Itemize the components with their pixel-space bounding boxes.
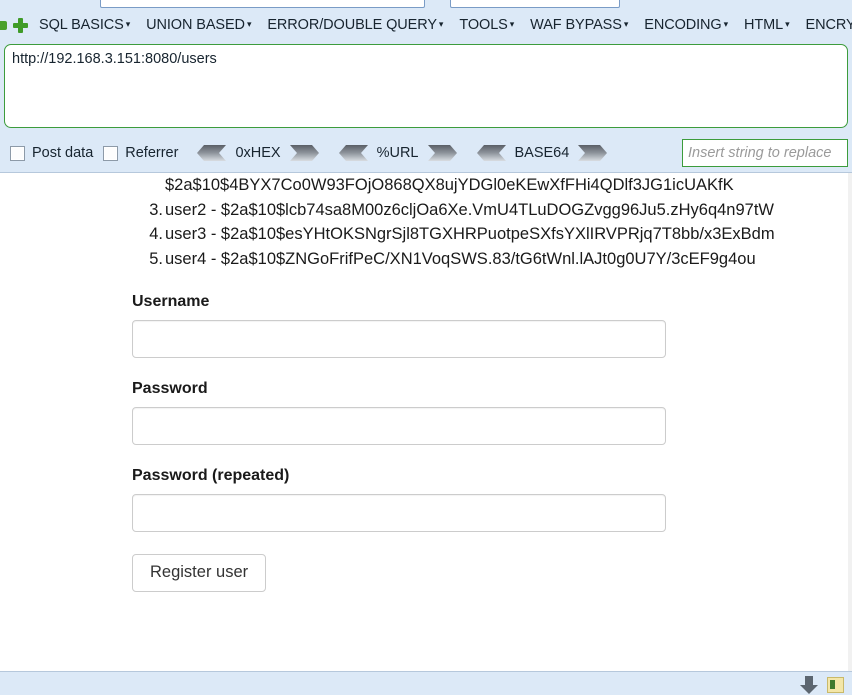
list-item: $2a$10$4BYX7Co0W93FOjO868QX8ujYDGl0eKEwX… [165, 173, 790, 198]
encode-right-arrow-icon[interactable] [427, 145, 458, 161]
menu-item-label: WAF BYPASS [530, 17, 622, 33]
green-square-icon[interactable] [0, 20, 7, 30]
menu-item-label: ENCRY [805, 17, 852, 33]
list-item-number: 5. [149, 249, 163, 268]
chevron-down-icon: ▾ [125, 18, 131, 29]
list-item-text: user4 - $2a$10$ZNGoFrifPeC/XN1VoqSWS.83/… [165, 249, 756, 268]
encode-right-arrow-icon[interactable] [289, 145, 320, 161]
browser-status-bar [0, 671, 852, 695]
decode-left-arrow-icon[interactable] [196, 145, 227, 161]
chevron-down-icon: ▾ [723, 18, 729, 29]
decode-left-arrow-icon[interactable] [338, 145, 368, 161]
user-list: $2a$10$4BYX7Co0W93FOjO868QX8ujYDGl0eKEwX… [0, 173, 852, 271]
password-input[interactable] [132, 407, 666, 445]
menu-item-encoding[interactable]: ENCODING ▾ [639, 15, 733, 35]
download-arrow-icon[interactable] [799, 676, 819, 695]
list-item-text: $2a$10$4BYX7Co0W93FOjO868QX8ujYDGl0eKEwX… [165, 176, 734, 194]
checkbox-referrer[interactable]: Referrer [103, 145, 178, 161]
menu-item-html[interactable]: HTML ▾ [739, 15, 795, 35]
checkbox-box-icon[interactable] [10, 145, 25, 161]
menu-item-label: TOOLS [459, 17, 508, 33]
replace-string-input[interactable] [682, 139, 848, 167]
page-vertical-scrollbar[interactable] [848, 173, 852, 671]
password-label: Password [132, 380, 208, 397]
chevron-down-icon: ▾ [785, 18, 790, 29]
addon-chip-icon[interactable] [827, 677, 844, 693]
encoder-group-hex: 0xHEX [196, 145, 319, 161]
menu-item-sql-basics[interactable]: SQL BASICS ▾ [34, 15, 135, 35]
hackbar-panel: SQL BASICS ▾ UNION BASED ▾ ERROR/DOUBLE QU… [0, 0, 852, 173]
encoder-group-url: %URL [338, 145, 458, 161]
username-label: Username [132, 293, 210, 310]
cutoff-input-b[interactable] [450, 0, 620, 8]
encoder-group-base64: BASE64 [476, 145, 609, 161]
list-item-number: 3. [149, 200, 163, 219]
list-item-text: user3 - $2a$10$esYHtOKSNgrSjl8TGXHRPuotp… [165, 225, 775, 243]
menu-item-label: ENCODING [644, 17, 722, 33]
menu-item-label: SQL BASICS [39, 17, 124, 33]
cutoff-input-a[interactable] [100, 0, 425, 8]
menu-item-union-based[interactable]: UNION BASED ▾ [141, 15, 256, 35]
decode-left-arrow-icon[interactable] [476, 145, 506, 161]
encoder-label-base64: BASE64 [514, 145, 570, 161]
encode-right-arrow-icon[interactable] [578, 145, 608, 161]
chevron-down-icon: ▾ [623, 18, 629, 29]
hackbar-top-cutoff-row [0, 0, 852, 9]
password-repeat-input[interactable] [132, 494, 666, 532]
menu-item-waf-bypass[interactable]: WAF BYPASS ▾ [525, 15, 633, 35]
list-item: 3. user2 - $2a$10$lcb74sa8M00z6cljOa6Xe.… [149, 198, 790, 223]
page-content: $2a$10$4BYX7Co0W93FOjO868QX8ujYDGl0eKEwX… [0, 173, 852, 671]
menu-item-label: HTML [744, 17, 784, 33]
menu-item-tools[interactable]: TOOLS ▾ [454, 15, 519, 35]
encoder-label-hex: 0xHEX [235, 145, 281, 161]
green-plus-icon[interactable] [13, 17, 28, 33]
register-user-button[interactable]: Register user [132, 554, 267, 592]
menu-item-label: UNION BASED [146, 17, 245, 33]
chevron-down-icon: ▾ [246, 18, 252, 29]
registration-form: Username Password Password (repeated) Re… [0, 271, 852, 592]
checkbox-post-data[interactable]: Post data [10, 145, 93, 161]
checkbox-label: Referrer [125, 145, 179, 161]
hackbar-menu-bar: SQL BASICS ▾ UNION BASED ▾ ERROR/DOUBLE QU… [0, 9, 852, 41]
chevron-down-icon: ▾ [438, 18, 444, 29]
menu-item-error-double-query[interactable]: ERROR/DOUBLE QUERY ▾ [262, 15, 448, 35]
checkbox-box-icon[interactable] [103, 145, 119, 161]
username-input[interactable] [132, 320, 666, 358]
chevron-down-icon: ▾ [509, 18, 515, 29]
password-repeat-label: Password (repeated) [132, 467, 290, 484]
list-item-text: user2 - $2a$10$lcb74sa8M00z6cljOa6Xe.VmU… [165, 200, 774, 219]
menu-item-encryption[interactable]: ENCRY [801, 15, 852, 35]
browser-window: SQL BASICS ▾ UNION BASED ▾ ERROR/DOUBLE QU… [0, 0, 852, 695]
url-input[interactable] [4, 44, 848, 128]
menu-item-label: ERROR/DOUBLE QUERY [267, 17, 437, 33]
encoder-label-url: %URL [376, 145, 419, 161]
list-item: 4. user3 - $2a$10$esYHtOKSNgrSjl8TGXHRPu… [149, 222, 790, 247]
list-item-number: 4. [149, 225, 163, 243]
list-item: 5. user4 - $2a$10$ZNGoFrifPeC/XN1VoqSWS.… [149, 247, 790, 272]
checkbox-label: Post data [32, 145, 94, 161]
